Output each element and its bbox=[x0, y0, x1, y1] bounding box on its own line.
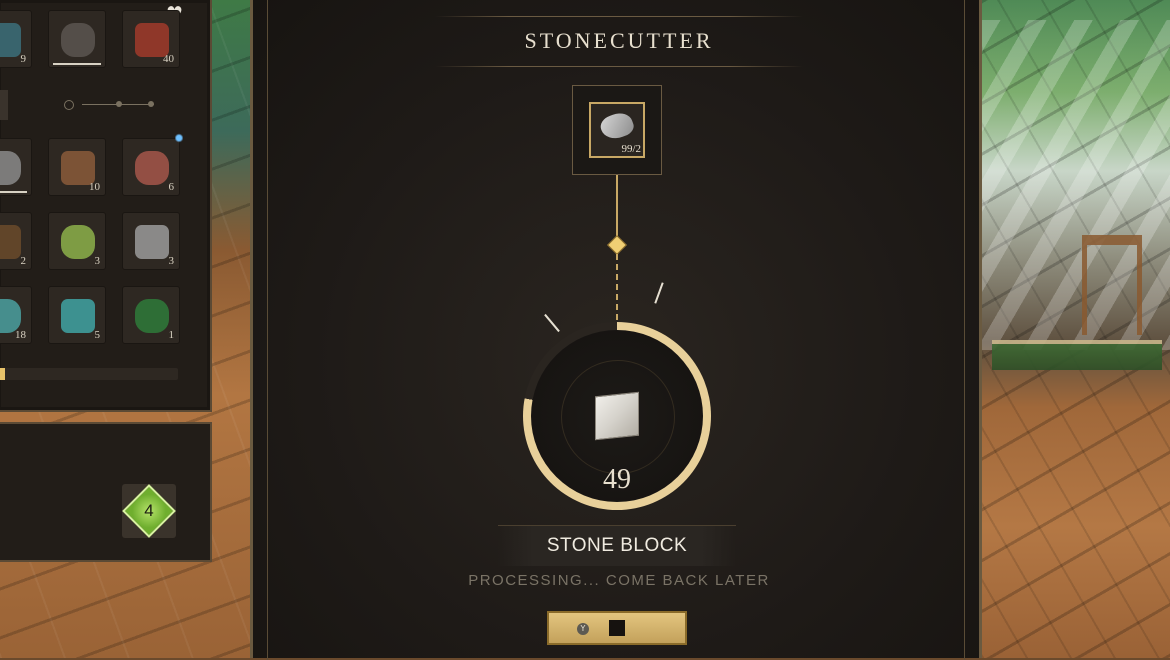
output-progress-ring[interactable]: 49 bbox=[523, 322, 711, 510]
stonecutter-panel: STONECUTTER 99/2 49 STONE BLOCK PROCESSI… bbox=[250, 0, 982, 660]
stick-icon bbox=[61, 151, 95, 185]
durability-bar bbox=[0, 191, 27, 193]
teal-shell-icon bbox=[61, 299, 95, 333]
output-circle: 49 bbox=[531, 330, 703, 502]
inventory-panel: ♥ 9401062331851 bbox=[0, 0, 212, 412]
inventory-slot[interactable]: 6 bbox=[122, 133, 183, 196]
level-badge-frame: 4 bbox=[122, 484, 176, 538]
inventory-slot[interactable] bbox=[48, 10, 106, 68]
background-scene-right bbox=[982, 0, 1170, 658]
slot-quantity: 40 bbox=[163, 53, 174, 65]
slot-quantity: 10 bbox=[89, 181, 100, 193]
slot-quantity: 9 bbox=[20, 53, 27, 65]
input-count: 99/2 bbox=[621, 143, 641, 155]
blue-bar-icon bbox=[0, 23, 21, 57]
twig-icon bbox=[0, 225, 21, 259]
inventory-slot[interactable]: 2 bbox=[0, 212, 32, 270]
inventory-slot[interactable]: 5 bbox=[48, 286, 106, 344]
item-name-band: STONE BLOCK bbox=[498, 525, 736, 566]
slider-tick bbox=[116, 101, 122, 107]
inventory-slot[interactable]: 40 bbox=[122, 10, 180, 68]
durability-bar bbox=[53, 63, 101, 65]
processing-status: PROCESSING... COME BACK LATER bbox=[468, 572, 770, 589]
input-frame: 99/2 bbox=[572, 85, 662, 175]
inventory-slot[interactable]: 10 bbox=[48, 138, 106, 196]
garden-hedge bbox=[992, 340, 1162, 370]
player-level: 4 bbox=[144, 501, 154, 520]
inventory-slot[interactable]: 3 bbox=[48, 212, 106, 270]
slot-quantity: 2 bbox=[20, 255, 27, 267]
slot-quantity: 3 bbox=[168, 255, 175, 267]
stop-icon bbox=[609, 620, 625, 636]
sort-toggle-icon[interactable] bbox=[64, 100, 74, 110]
output-count: 49 bbox=[603, 464, 631, 495]
title-rule-top bbox=[435, 16, 803, 17]
slider-tick bbox=[148, 101, 154, 107]
inventory-slot[interactable]: 3 bbox=[122, 212, 180, 270]
slot-quantity: 5 bbox=[94, 329, 101, 341]
connector-dashed-line bbox=[616, 254, 618, 326]
slot-quantity: 6 bbox=[168, 181, 175, 193]
title-rule-bottom bbox=[435, 66, 803, 67]
clay-icon bbox=[135, 151, 169, 185]
stone-block-icon bbox=[595, 391, 639, 441]
wooden-stand bbox=[1082, 235, 1142, 335]
input-slot[interactable]: 99/2 bbox=[589, 102, 645, 158]
raw-stone-icon bbox=[597, 109, 637, 143]
output-item-name: STONE BLOCK bbox=[546, 535, 688, 556]
inventory-capacity-bar bbox=[0, 368, 178, 380]
green-flask-icon bbox=[61, 225, 95, 259]
level-panel: 4 bbox=[0, 422, 212, 562]
sword-icon bbox=[0, 151, 21, 185]
teal-ore-icon bbox=[0, 299, 21, 333]
inventory-tab[interactable] bbox=[0, 90, 8, 120]
y-key-hint-icon: Y bbox=[577, 623, 589, 635]
red-potion-icon bbox=[135, 23, 169, 57]
inventory-slot[interactable]: 9 bbox=[0, 10, 32, 68]
inventory-capacity-fill bbox=[0, 368, 6, 380]
green-gem-icon bbox=[135, 299, 169, 333]
inventory-toolbar bbox=[0, 80, 183, 126]
slot-quantity: 1 bbox=[168, 329, 175, 341]
slot-quantity: 18 bbox=[15, 329, 26, 341]
inventory-slot[interactable]: 18 bbox=[0, 286, 32, 344]
mortar-icon bbox=[135, 225, 169, 259]
panel-title: STONECUTTER bbox=[524, 28, 714, 53]
water-drop-icon bbox=[175, 133, 183, 143]
slot-quantity: 3 bbox=[94, 255, 101, 267]
inventory-slot[interactable] bbox=[0, 138, 32, 196]
stop-button[interactable]: Y bbox=[547, 611, 687, 645]
inventory-slot[interactable]: 1 bbox=[122, 286, 180, 344]
connector-line bbox=[616, 175, 618, 243]
hammer-icon bbox=[61, 23, 95, 57]
